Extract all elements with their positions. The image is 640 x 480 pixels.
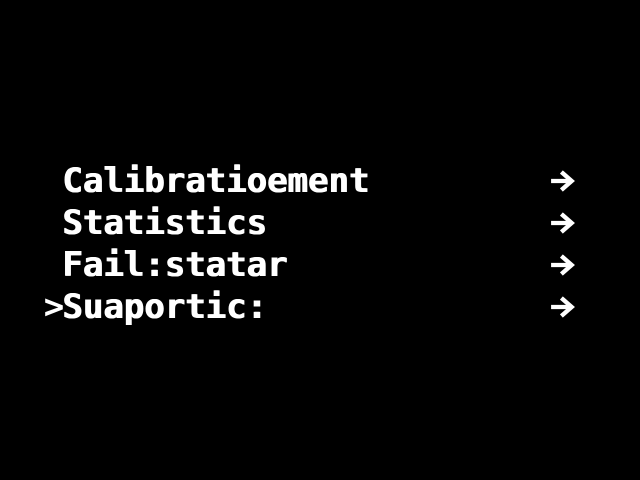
arrow-right-icon	[546, 202, 580, 244]
menu-item-label: Statistics	[62, 203, 267, 243]
menu-item-calibration[interactable]: Calibratioement	[36, 160, 596, 202]
menu-item-label: Calibratioement	[62, 161, 370, 201]
arrow-right-icon	[546, 286, 580, 328]
menu-item-fail-state[interactable]: Fail:statar	[36, 244, 596, 286]
menu-item-label: Suaportic:	[62, 287, 267, 327]
arrow-right-icon	[546, 160, 580, 202]
arrow-right-icon	[546, 244, 580, 286]
menu-screen: Calibratioement Statistics Fail:statar >…	[0, 0, 640, 480]
menu-item-label: Fail:statar	[62, 245, 288, 285]
menu-item-statistics[interactable]: Statistics	[36, 202, 596, 244]
menu-item-support[interactable]: > Suaportic:	[36, 286, 596, 328]
main-menu: Calibratioement Statistics Fail:statar >…	[36, 160, 596, 330]
